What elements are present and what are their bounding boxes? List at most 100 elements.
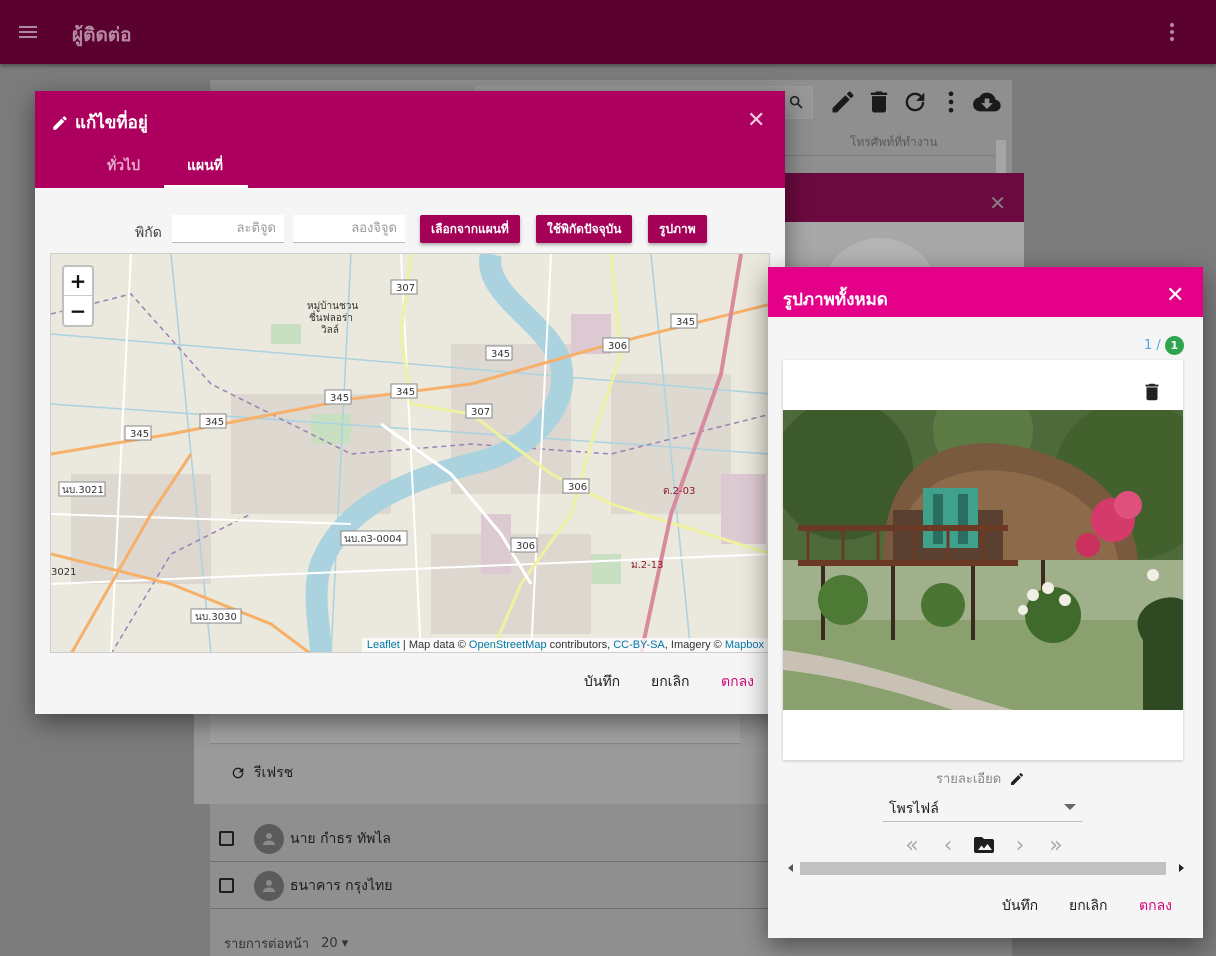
- map-label: ม.2-13: [631, 560, 663, 571]
- ok-button[interactable]: ตกลง: [1139, 895, 1172, 917]
- rows-per-page-label: รายการต่อหน้า: [224, 937, 310, 952]
- refresh-icon[interactable]: [900, 88, 930, 116]
- map-label: 306: [568, 482, 587, 493]
- row-checkbox[interactable]: [219, 878, 234, 893]
- mapbox-link[interactable]: Mapbox: [725, 639, 764, 651]
- dialog-title: แก้ไขที่อยู่: [51, 109, 148, 136]
- app-title: ผู้ติดต่อ: [72, 24, 132, 46]
- cloud-download-icon[interactable]: [972, 88, 1002, 116]
- close-icon[interactable]: ✕: [989, 191, 1006, 215]
- picture-type-value: โพรไฟล์: [889, 801, 939, 817]
- thumbnail-scrollbar[interactable]: [786, 861, 1186, 876]
- refresh-button[interactable]: รีเฟรช: [230, 762, 293, 784]
- delete-icon[interactable]: [1141, 380, 1163, 404]
- edit-icon[interactable]: [828, 88, 858, 116]
- app-bar: ผู้ติดต่อ: [0, 0, 1216, 64]
- contact-name: นาย กำธร ทัพไล: [290, 830, 392, 847]
- menu-icon[interactable]: [16, 20, 40, 44]
- search-icon[interactable]: [788, 94, 804, 110]
- ok-button[interactable]: ตกลง: [721, 671, 754, 693]
- use-current-location-button[interactable]: ใช้พิกัดปัจจุบัน: [536, 215, 633, 243]
- rows-per-page: รายการต่อหน้า 20 ▾: [224, 933, 348, 954]
- zoom-in-button[interactable]: +: [64, 267, 92, 296]
- edit-icon: [53, 115, 67, 130]
- edit-icon[interactable]: [1009, 771, 1025, 787]
- zoom-control: + −: [62, 265, 94, 327]
- close-icon[interactable]: ✕: [747, 108, 765, 133]
- dialog-header: แก้ไขที่อยู่ ✕ ทั่วไป แผนที่: [35, 91, 785, 188]
- map-label: นบ.3021: [62, 485, 104, 496]
- save-button[interactable]: บันทึก: [1002, 895, 1038, 917]
- save-button[interactable]: บันทึก: [584, 671, 620, 693]
- row-checkbox[interactable]: [219, 831, 234, 846]
- license-link[interactable]: CC-BY-SA: [613, 639, 665, 651]
- rows-per-page-select[interactable]: 20 ▾: [321, 936, 348, 951]
- latitude-input[interactable]: [172, 215, 284, 243]
- description-label: รายละเอียด: [936, 772, 1002, 787]
- map-label: วิลล์: [321, 324, 339, 336]
- column-header-work-phone[interactable]: โทรศัพท์ที่ทำงาน: [850, 133, 938, 152]
- contact-dialog-header: ✕: [760, 173, 1024, 222]
- counter-total-badge: 1: [1164, 336, 1184, 355]
- table-row[interactable]: นาย กำธร ทัพไล: [210, 816, 770, 862]
- picture-navigation: « ‹ › »: [900, 833, 1068, 858]
- picture-counter: 1 / 1: [1144, 336, 1184, 355]
- all-pictures-dialog: รูปภาพทั้งหมด ✕ 1 / 1 รายละเอียด โพรไฟล์…: [768, 267, 1203, 938]
- map-label: 307: [471, 407, 490, 418]
- close-icon[interactable]: ✕: [1166, 283, 1184, 308]
- map-attribution: Leaflet | Map data © OpenStreetMap contr…: [361, 638, 769, 652]
- dropdown-arrow-icon: [1064, 804, 1076, 810]
- address-card: [210, 714, 740, 744]
- photo-library-icon[interactable]: [972, 833, 996, 857]
- edit-address-dialog: แก้ไขที่อยู่ ✕ ทั่วไป แผนที่ พิกัด เลือก…: [35, 91, 785, 714]
- picture-type-select[interactable]: โพรไฟล์: [883, 795, 1082, 822]
- map-label: 345: [396, 387, 415, 398]
- map-label: ต.2-03: [663, 486, 695, 497]
- refresh-label: รีเฟรช: [254, 765, 294, 781]
- map-label: 345: [676, 317, 695, 328]
- more-vert-icon[interactable]: [936, 88, 966, 116]
- scroll-right-icon[interactable]: [1176, 863, 1186, 873]
- avatar: [254, 870, 284, 901]
- pick-from-map-button[interactable]: เลือกจากแผนที่: [420, 215, 520, 243]
- osm-link[interactable]: OpenStreetMap: [469, 639, 547, 651]
- delete-icon[interactable]: [864, 88, 894, 116]
- leaflet-link[interactable]: Leaflet: [367, 639, 400, 651]
- map-label: 345: [330, 393, 349, 404]
- description-row[interactable]: รายละเอียด: [936, 768, 1025, 789]
- next-icon[interactable]: ›: [1008, 833, 1032, 858]
- map-tiles: 307 307 345 345 345 345 345 345 306 306 …: [51, 254, 769, 652]
- longitude-input[interactable]: [293, 215, 405, 243]
- cancel-button[interactable]: ยกเลิก: [651, 671, 690, 693]
- dialog-title-text: แก้ไขที่อยู่: [75, 113, 148, 133]
- tab-general[interactable]: ทั่วไป: [107, 155, 140, 177]
- map-view[interactable]: 307 307 345 345 345 345 345 345 306 306 …: [50, 253, 770, 653]
- zoom-out-button[interactable]: −: [64, 296, 92, 325]
- map-label: 345: [491, 349, 510, 360]
- tab-map[interactable]: แผนที่: [187, 155, 223, 177]
- house-photo: [783, 410, 1183, 710]
- avatar: [254, 823, 284, 854]
- map-label: 345: [130, 429, 149, 440]
- map-label: 307: [396, 283, 415, 294]
- more-vert-icon[interactable]: [1160, 20, 1184, 44]
- map-label: 306: [516, 541, 535, 552]
- dialog-title: รูปภาพทั้งหมด: [783, 290, 888, 310]
- table-row[interactable]: ธนาคาร กรุงไทย: [210, 863, 770, 909]
- first-page-icon[interactable]: «: [900, 833, 924, 858]
- contact-name: ธนาคาร กรุงไทย: [290, 877, 393, 894]
- scrollbar-thumb[interactable]: [800, 862, 1166, 875]
- map-label: ชื่นฟลอร่า: [309, 310, 353, 324]
- picture-button[interactable]: รูปภาพ: [648, 215, 707, 243]
- previous-icon[interactable]: ‹: [936, 833, 960, 858]
- cancel-button[interactable]: ยกเลิก: [1069, 895, 1108, 917]
- map-label: นบ.ถ3-0004: [344, 534, 402, 545]
- dialog-header: รูปภาพทั้งหมด ✕: [768, 267, 1203, 317]
- active-tab-indicator: [164, 185, 248, 188]
- house-photo-image: [783, 410, 1183, 710]
- contact-dialog-lower: รีเฟรช: [194, 714, 768, 804]
- scroll-left-icon[interactable]: [786, 863, 796, 873]
- last-page-icon[interactable]: »: [1044, 833, 1068, 858]
- map-label: 3021: [51, 567, 76, 578]
- picture-card: [783, 360, 1183, 760]
